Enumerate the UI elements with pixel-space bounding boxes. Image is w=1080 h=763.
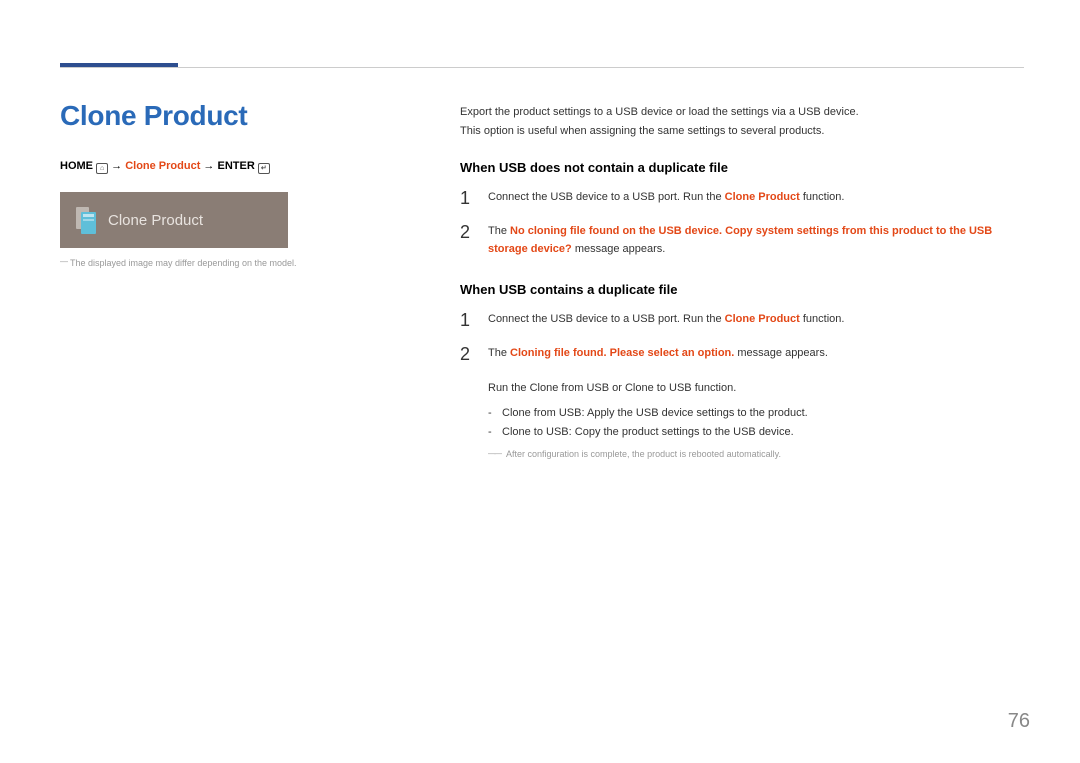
section-no-duplicate: When USB does not contain a duplicate fi…	[460, 160, 1020, 258]
step-row: 2 The No cloning file found on the USB d…	[460, 223, 1020, 258]
header-rule	[60, 63, 1020, 68]
left-column: Clone Product HOME ⌂ → Clone Product → E…	[60, 100, 400, 483]
home-icon: ⌂	[96, 163, 108, 174]
step-row: 1 Connect the USB device to a USB port. …	[460, 189, 1020, 209]
list-item: - Clone from USB: Apply the USB device s…	[488, 404, 1020, 424]
section-heading: When USB does not contain a duplicate fi…	[460, 160, 1020, 175]
breadcrumb: HOME ⌂ → Clone Product → ENTER ↵	[60, 160, 400, 174]
footnote: After configuration is complete, the pro…	[488, 449, 1020, 459]
step-text: Connect the USB device to a USB port. Ru…	[488, 311, 1020, 331]
run-line: Run the Clone from USB or Clone to USB f…	[488, 379, 1020, 398]
step-number: 1	[460, 189, 488, 209]
step-number: 1	[460, 311, 488, 331]
section-heading: When USB contains a duplicate file	[460, 282, 1020, 297]
page-title: Clone Product	[60, 100, 400, 132]
step-text: The Cloning file found. Please select an…	[488, 345, 1020, 365]
breadcrumb-product: Clone Product	[125, 160, 200, 172]
step-row: 2 The Cloning file found. Please select …	[460, 345, 1020, 365]
step-text: The No cloning file found on the USB dev…	[488, 223, 1020, 258]
clone-product-icon	[74, 204, 98, 236]
step-number: 2	[460, 345, 488, 365]
list-item: - Clone to USB: Copy the product setting…	[488, 423, 1020, 443]
image-caption: The displayed image may differ depending…	[60, 258, 400, 268]
breadcrumb-home: HOME	[60, 160, 93, 172]
step-number: 2	[460, 223, 488, 258]
intro-text: Export the product settings to a USB dev…	[460, 103, 1020, 140]
enter-icon: ↵	[258, 163, 270, 174]
right-column: Export the product settings to a USB dev…	[460, 100, 1020, 483]
page-number: 76	[1008, 710, 1030, 733]
section-contains-duplicate: When USB contains a duplicate file 1 Con…	[460, 282, 1020, 459]
step-row: 1 Connect the USB device to a USB port. …	[460, 311, 1020, 331]
breadcrumb-enter: ENTER	[217, 160, 254, 172]
preview-tile: Clone Product	[60, 192, 288, 248]
preview-label: Clone Product	[108, 212, 203, 229]
step-text: Connect the USB device to a USB port. Ru…	[488, 189, 1020, 209]
